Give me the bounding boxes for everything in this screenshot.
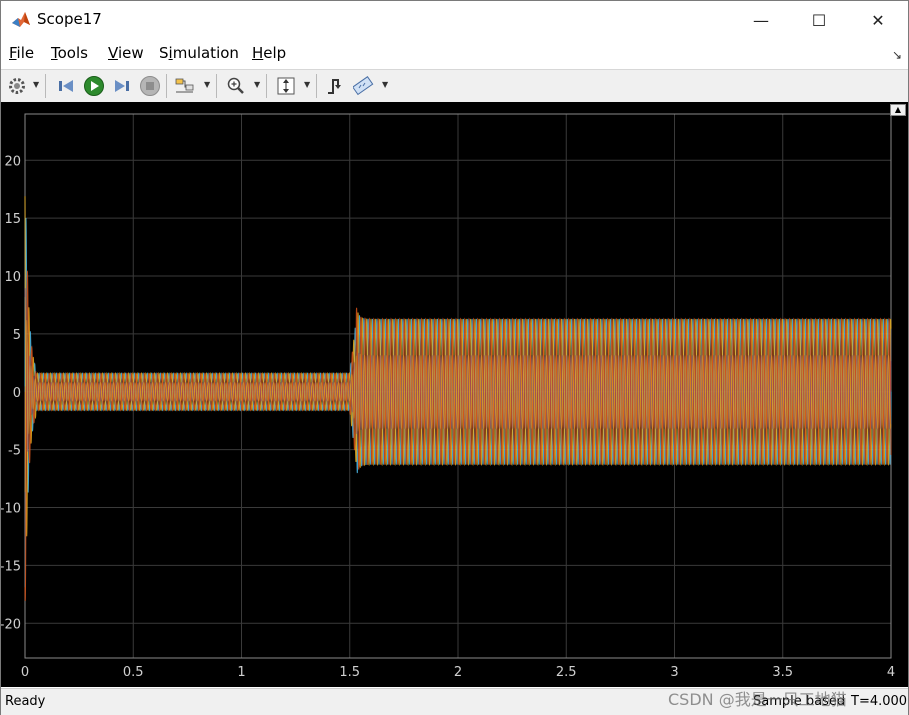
x-tick-label: 2 bbox=[454, 665, 462, 680]
step-forward-icon bbox=[115, 80, 129, 92]
settings-button[interactable] bbox=[5, 74, 29, 98]
matlab-logo-icon bbox=[12, 12, 30, 27]
triggers-icon bbox=[328, 79, 341, 94]
step-back-icon bbox=[59, 80, 73, 92]
x-tick-label: 0 bbox=[21, 665, 29, 680]
toolbar-separator bbox=[166, 74, 167, 98]
watermark: CSDN @我是一只工地猫 bbox=[668, 690, 847, 709]
y-tick-label: -20 bbox=[1, 617, 21, 632]
highlight-dropdown-icon[interactable]: ▼ bbox=[204, 80, 210, 89]
close-icon: ✕ bbox=[871, 10, 885, 30]
x-tick-label: 2.5 bbox=[556, 665, 577, 680]
x-tick-label: 3.5 bbox=[772, 665, 793, 680]
status-text: Ready bbox=[5, 694, 46, 709]
highlight-block-button[interactable] bbox=[173, 74, 197, 98]
x-tick-label: 0.5 bbox=[123, 665, 144, 680]
run-button[interactable] bbox=[82, 74, 106, 98]
collapse-toolbar-icon[interactable]: ↘ bbox=[892, 48, 902, 62]
toolbar-separator bbox=[45, 74, 46, 98]
stop-button[interactable] bbox=[138, 74, 162, 98]
scope-plot[interactable]: 0 0.5 1 1.5 2 2.5 3 3.5 4 20 15 10 5 0 -5 -10 -15 -20 bbox=[0, 102, 908, 687]
status-time: T=4.000 bbox=[851, 694, 908, 709]
x-tick-label: 4 bbox=[887, 665, 895, 680]
x-tick-label: 3 bbox=[670, 665, 678, 680]
title-bar: Scope17 — ☐ ✕ bbox=[1, 1, 908, 39]
menu-tools[interactable]: Tools bbox=[51, 44, 88, 62]
y-tick-label: 10 bbox=[4, 270, 21, 285]
y-tick-label: 20 bbox=[4, 154, 21, 169]
close-button[interactable]: ✕ bbox=[863, 7, 893, 33]
zoom-dropdown-icon[interactable]: ▼ bbox=[254, 80, 260, 89]
toolbar-separator bbox=[266, 74, 267, 98]
scope-window: Scope17 — ☐ ✕ File Tools View Simulation… bbox=[0, 0, 909, 715]
zoom-button[interactable] bbox=[224, 74, 248, 98]
menu-view[interactable]: View bbox=[108, 44, 144, 62]
y-tick-label: 5 bbox=[13, 328, 21, 343]
minimize-icon: — bbox=[753, 10, 769, 30]
step-back-button[interactable] bbox=[54, 74, 78, 98]
y-tick-label: -10 bbox=[1, 502, 21, 517]
stop-icon bbox=[140, 76, 160, 96]
toolbar-separator bbox=[216, 74, 217, 98]
menu-bar: File Tools View Simulation Help ↘ bbox=[1, 41, 908, 67]
y-tick-label: -15 bbox=[1, 559, 21, 574]
measure-button[interactable] bbox=[352, 74, 376, 98]
menu-file[interactable]: File bbox=[9, 44, 34, 62]
maximize-button[interactable]: ☐ bbox=[804, 7, 834, 33]
y-tick-label: -5 bbox=[8, 444, 21, 459]
minimize-button[interactable]: — bbox=[746, 7, 776, 33]
toolbar: ▼ ▼ ▼ ▼ ▼ bbox=[1, 69, 908, 103]
settings-dropdown-icon[interactable]: ▼ bbox=[33, 80, 39, 89]
x-tick-label: 1 bbox=[237, 665, 245, 680]
measure-dropdown-icon[interactable]: ▼ bbox=[382, 80, 388, 89]
maximize-icon: ☐ bbox=[811, 10, 827, 30]
x-tick-label: 1.5 bbox=[339, 665, 360, 680]
window-title: Scope17 bbox=[37, 10, 102, 28]
undock-axes-button[interactable]: ▲ bbox=[890, 104, 906, 116]
scope-display: 0 0.5 1 1.5 2 2.5 3 3.5 4 20 15 10 5 0 -5 -10 -15 -20 bbox=[0, 102, 908, 687]
step-forward-button[interactable] bbox=[110, 74, 134, 98]
measure-icon bbox=[353, 76, 374, 96]
run-icon bbox=[84, 76, 104, 96]
menu-simulation[interactable]: Simulation bbox=[159, 44, 239, 62]
zoom-in-icon bbox=[227, 77, 244, 94]
menu-help[interactable]: Help bbox=[252, 44, 286, 62]
settings-icon bbox=[9, 78, 25, 94]
triggers-button[interactable] bbox=[323, 74, 347, 98]
autoscale-dropdown-icon[interactable]: ▼ bbox=[304, 80, 310, 89]
highlight-block-icon bbox=[175, 78, 194, 93]
toolbar-separator bbox=[316, 74, 317, 98]
y-tick-label: 15 bbox=[4, 212, 21, 227]
autoscale-button[interactable] bbox=[274, 74, 298, 98]
autoscale-icon bbox=[277, 77, 295, 95]
y-tick-label: 0 bbox=[13, 386, 21, 401]
